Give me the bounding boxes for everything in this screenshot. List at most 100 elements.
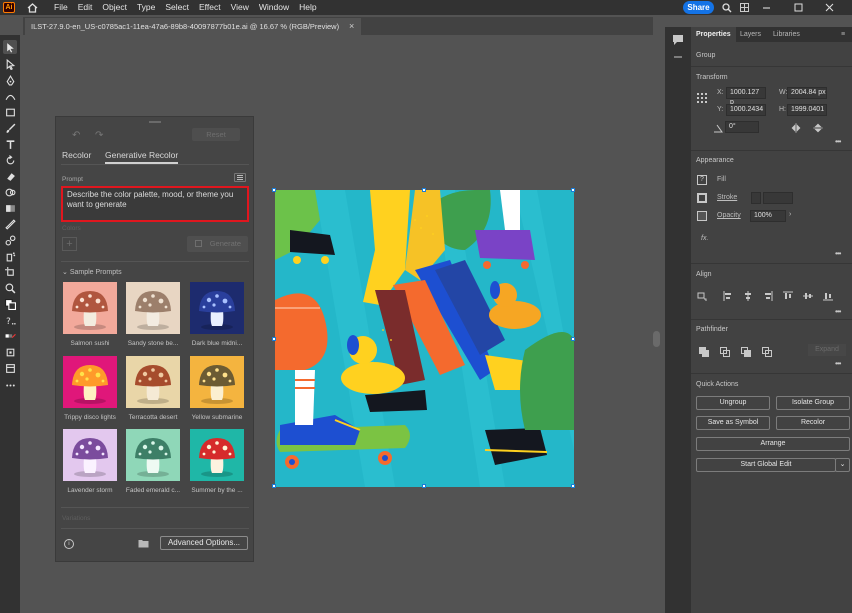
zoom-tool-icon[interactable] <box>3 281 17 295</box>
document-tab[interactable]: ILST-27.9.0-en_US-c0785ac1-11ea-47a6-89b… <box>25 18 361 35</box>
more-tools-icon[interactable] <box>3 378 17 392</box>
home-icon[interactable] <box>21 0 43 15</box>
stroke-weight-field[interactable] <box>763 192 793 204</box>
minimize-icon[interactable] <box>758 0 774 15</box>
fx-icon[interactable]: fx. <box>701 235 708 242</box>
more-options-icon[interactable]: ••• <box>835 307 841 316</box>
pen-tool-icon[interactable] <box>3 73 17 87</box>
chevron-right-icon[interactable]: › <box>789 211 791 218</box>
horizontal-align-center-icon[interactable] <box>743 291 753 301</box>
undo-icon[interactable]: ↶ <box>72 130 80 141</box>
vertical-scrollbar[interactable] <box>653 331 660 347</box>
search-icon[interactable] <box>720 0 734 15</box>
rotate-tool-icon[interactable] <box>3 153 17 167</box>
comments-icon[interactable] <box>672 34 684 46</box>
tab-properties[interactable]: Properties <box>691 27 736 42</box>
expand-button[interactable]: Expand <box>808 344 846 356</box>
flip-vertical-icon[interactable] <box>813 123 823 133</box>
folder-icon[interactable] <box>138 539 149 550</box>
sample-prompt-thumbnail[interactable] <box>126 282 180 334</box>
eyedropper-tool-icon[interactable] <box>3 217 17 231</box>
stroke-swatch-icon[interactable] <box>697 193 707 203</box>
sample-prompt-thumbnail[interactable] <box>63 356 117 408</box>
x-field[interactable]: 1000.127 p <box>726 87 766 106</box>
chevron-down-icon[interactable]: ⌄ <box>835 458 850 472</box>
w-field[interactable]: 2004.84 px <box>787 87 827 99</box>
panel-collapse-icon[interactable] <box>672 51 684 63</box>
stroke-label[interactable]: Stroke <box>717 194 737 201</box>
rotate-field[interactable]: 0° <box>725 121 759 133</box>
arrange-button[interactable]: Arrange <box>696 437 850 451</box>
ungroup-button[interactable]: Ungroup <box>696 396 770 410</box>
fill-swatch-icon[interactable]: ? <box>697 175 707 185</box>
sample-prompt-thumbnail[interactable] <box>63 282 117 334</box>
share-button[interactable]: Share <box>683 1 714 14</box>
start-global-edit-button[interactable]: Start Global Edit <box>696 458 836 472</box>
more-options-icon[interactable]: ••• <box>835 137 841 146</box>
selection-handle[interactable] <box>422 188 426 192</box>
flip-horizontal-icon[interactable] <box>791 123 801 133</box>
recolor-button[interactable]: Recolor <box>776 416 850 430</box>
paintbrush-tool-icon[interactable] <box>3 121 17 135</box>
panel-grip[interactable] <box>149 121 161 123</box>
selection-handle[interactable] <box>272 337 276 341</box>
horizontal-align-right-icon[interactable] <box>763 291 773 301</box>
opacity-field[interactable]: 100% <box>750 210 786 222</box>
add-color-button[interactable]: + <box>62 237 77 251</box>
selection-handle[interactable] <box>571 188 575 192</box>
sample-prompt-thumbnail[interactable] <box>190 282 244 334</box>
unite-icon[interactable] <box>699 347 709 357</box>
redo-icon[interactable]: ↷ <box>95 130 103 141</box>
tab-libraries[interactable]: Libraries <box>773 27 800 42</box>
blend-tool-icon[interactable] <box>3 233 17 247</box>
menu-select[interactable]: Select <box>160 0 194 15</box>
gradient-tool-icon[interactable] <box>3 201 17 215</box>
info-icon[interactable]: i <box>64 539 74 549</box>
selection-handle[interactable] <box>272 188 276 192</box>
save-as-symbol-button[interactable]: Save as Symbol <box>696 416 770 430</box>
intersect-icon[interactable] <box>741 347 751 357</box>
maximize-icon[interactable] <box>790 0 806 15</box>
artboard-illustration[interactable] <box>275 190 574 487</box>
vertical-align-bottom-icon[interactable] <box>823 291 833 301</box>
sample-prompt-thumbnail[interactable] <box>126 429 180 481</box>
tab-layers[interactable]: Layers <box>740 27 761 42</box>
panel-menu-icon[interactable]: ≡ <box>841 27 845 42</box>
more-options-icon[interactable]: ••• <box>835 249 841 258</box>
opacity-label[interactable]: Opacity <box>717 212 741 219</box>
close-window-icon[interactable] <box>821 0 837 15</box>
menu-effect[interactable]: Effect <box>194 0 226 15</box>
symbol-sprayer-tool-icon[interactable] <box>3 249 17 263</box>
isolate-group-button[interactable]: Isolate Group <box>776 396 850 410</box>
selection-handle[interactable] <box>272 484 276 488</box>
generate-button[interactable]: Generate <box>187 236 248 252</box>
artboard-tool-icon[interactable] <box>3 265 17 279</box>
color-mode-icon[interactable] <box>3 329 17 343</box>
rectangle-tool-icon[interactable] <box>3 105 17 119</box>
sample-prompt-thumbnail[interactable] <box>126 356 180 408</box>
direct-selection-tool-icon[interactable] <box>3 57 17 71</box>
sample-prompt-thumbnail[interactable] <box>63 429 117 481</box>
menu-type[interactable]: Type <box>132 0 160 15</box>
eraser-tool-icon[interactable] <box>3 169 17 183</box>
draw-mode-icon[interactable] <box>3 345 17 359</box>
type-tool-icon[interactable] <box>3 137 17 151</box>
selection-handle[interactable] <box>571 337 575 341</box>
menu-window[interactable]: Window <box>254 0 294 15</box>
stroke-stepper[interactable] <box>751 192 761 204</box>
horizontal-align-left-icon[interactable] <box>723 291 733 301</box>
screen-mode-icon[interactable] <box>3 361 17 375</box>
menu-object[interactable]: Object <box>97 0 132 15</box>
curvature-tool-icon[interactable] <box>3 89 17 103</box>
close-tab-icon[interactable]: × <box>349 18 354 35</box>
reset-button[interactable]: Reset <box>192 128 240 141</box>
selection-tool-icon[interactable] <box>3 40 17 54</box>
prompt-input[interactable]: Describe the color palette, mood, or the… <box>61 186 249 222</box>
sample-prompts-header[interactable]: ⌄ Sample Prompts <box>62 268 122 276</box>
h-field[interactable]: 1999.0401 <box>787 104 827 116</box>
selection-handle[interactable] <box>571 484 575 488</box>
sample-prompt-thumbnail[interactable] <box>190 356 244 408</box>
advanced-options-button[interactable]: Advanced Options... <box>160 536 248 550</box>
more-options-icon[interactable]: ••• <box>835 359 841 368</box>
arrange-documents-icon[interactable] <box>738 0 750 15</box>
